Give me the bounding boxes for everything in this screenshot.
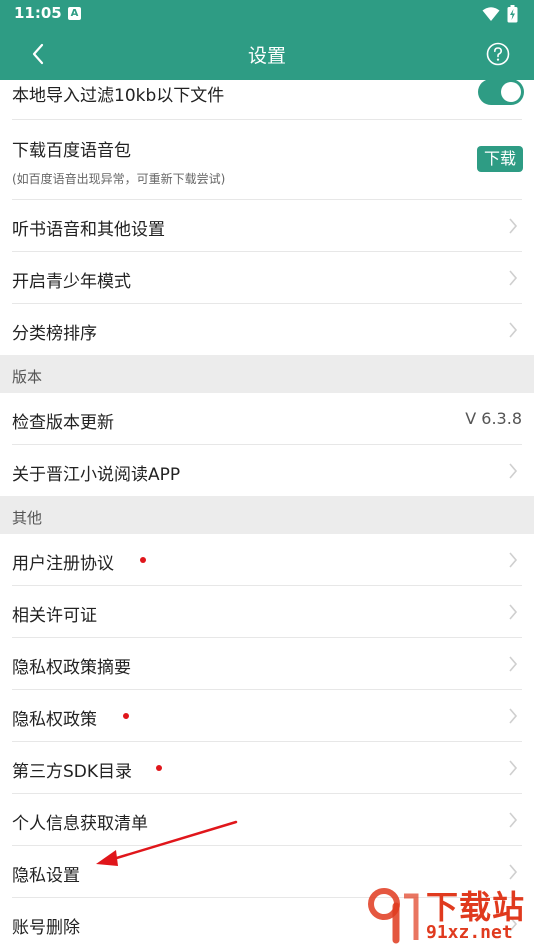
other-item-label: 相关许可证 [12, 606, 97, 626]
status-time: 11:05 [14, 4, 62, 22]
other-item-label: 隐私设置 [12, 866, 80, 886]
setting-about-label: 关于晋江小说阅读APP [12, 465, 181, 485]
setting-category-sort-label: 分类榜排序 [12, 324, 97, 344]
chevron-right-icon [509, 604, 518, 620]
chevron-right-icon [509, 812, 518, 828]
watermark: 下载站 91xz.net [360, 882, 534, 950]
red-dot-badge [156, 765, 162, 771]
other-item-user-agreement[interactable]: 用户注册协议 [0, 534, 534, 586]
chevron-right-icon [509, 463, 518, 479]
watermark-url: 91xz.net [426, 922, 513, 943]
chevron-right-icon [509, 656, 518, 672]
toggle-knob [501, 82, 521, 102]
version-value: V 6.3.8 [465, 409, 522, 428]
setting-check-update[interactable]: 检查版本更新 V 6.3.8 [0, 393, 534, 445]
help-circle-icon[interactable] [485, 41, 511, 67]
setting-tts[interactable]: 听书语音和其他设置 [0, 200, 534, 252]
setting-category-sort[interactable]: 分类榜排序 [0, 304, 534, 355]
watermark-logo-icon [368, 888, 419, 944]
other-item-label: 隐私权政策摘要 [12, 658, 131, 678]
chevron-right-icon [509, 708, 518, 724]
other-item-label: 隐私权政策 [12, 710, 97, 730]
setting-youth-mode[interactable]: 开启青少年模式 [0, 252, 534, 304]
page-title: 设置 [247, 45, 286, 67]
status-bar: 11:05 A [0, 0, 534, 28]
section-label: 版本 [12, 368, 43, 386]
chevron-right-icon [509, 270, 518, 286]
section-header-version: 版本 [0, 355, 534, 393]
filter-small-files-toggle[interactable] [478, 79, 524, 105]
red-dot-badge [123, 713, 129, 719]
chevron-right-icon [509, 760, 518, 776]
wifi-icon [482, 7, 500, 21]
other-item-licenses[interactable]: 相关许可证 [0, 586, 534, 638]
other-item-third-party-sdk[interactable]: 第三方SDK目录 [0, 742, 534, 794]
setting-baidu-voice-label: 下载百度语音包 [12, 141, 131, 161]
setting-filter-small-files-label: 本地导入过滤10kb以下文件 [12, 86, 225, 106]
download-voice-button[interactable]: 下载 [477, 146, 523, 172]
other-item-personal-info-list[interactable]: 个人信息获取清单 [0, 794, 534, 846]
setting-baidu-voice: 下载百度语音包 (如百度语音出现异常，可重新下载尝试) 下载 [0, 120, 534, 200]
other-item-label: 个人信息获取清单 [12, 814, 148, 834]
section-label: 其他 [12, 509, 43, 527]
other-item-label: 账号删除 [12, 918, 80, 938]
app-bar: 设置 [0, 28, 534, 80]
battery-icon [507, 5, 518, 23]
other-item-privacy-summary[interactable]: 隐私权政策摘要 [0, 638, 534, 690]
notification-icon: A [68, 7, 81, 20]
setting-youth-mode-label: 开启青少年模式 [12, 272, 131, 292]
setting-check-update-label: 检查版本更新 [12, 413, 114, 433]
setting-about[interactable]: 关于晋江小说阅读APP [0, 445, 534, 496]
other-item-label: 第三方SDK目录 [12, 762, 133, 782]
setting-filter-small-files[interactable]: 本地导入过滤10kb以下文件 [0, 79, 534, 120]
chevron-right-icon [509, 218, 518, 234]
setting-tts-label: 听书语音和其他设置 [12, 220, 165, 240]
red-dot-badge [140, 557, 146, 563]
other-item-privacy-policy[interactable]: 隐私权政策 [0, 690, 534, 742]
setting-baidu-voice-sub: (如百度语音出现异常，可重新下载尝试) [12, 172, 226, 186]
other-item-label: 用户注册协议 [12, 554, 114, 574]
section-header-other: 其他 [0, 496, 534, 534]
chevron-right-icon [509, 864, 518, 880]
chevron-right-icon [509, 322, 518, 338]
chevron-right-icon [509, 552, 518, 568]
